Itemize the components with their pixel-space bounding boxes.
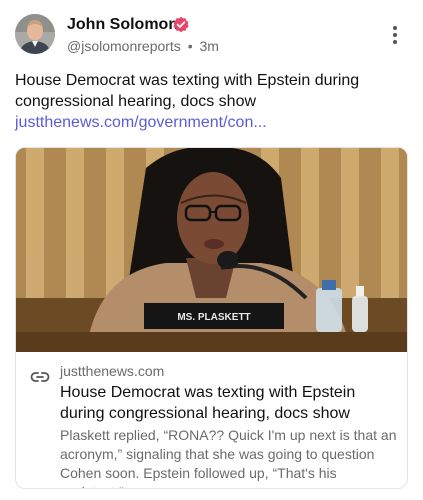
link-icon — [30, 372, 50, 382]
author-name[interactable]: John Solomon — [67, 16, 178, 34]
post-text-content: House Democrat was texting with Epstein … — [15, 72, 360, 110]
more-dot — [393, 26, 397, 30]
more-dot — [393, 40, 397, 44]
card-domain: justthenews.com — [60, 363, 165, 379]
post: John Solomon @jsolomonreports • 3m House… — [0, 0, 423, 500]
nameplate-text: MS. PLASKETT — [177, 312, 250, 323]
meta-separator: • — [187, 38, 193, 54]
post-time[interactable]: 3m — [200, 38, 219, 54]
card-image[interactable]: MS. PLASKETT — [16, 148, 407, 352]
more-options-icon[interactable] — [385, 26, 405, 44]
avatar[interactable] — [15, 14, 55, 54]
card-description: Plaskett replied, “RONA?? Quick I'm up n… — [60, 427, 397, 488]
card-title[interactable]: House Democrat was texting with Epstein … — [60, 382, 400, 424]
link-preview-card[interactable]: MS. PLASKETT justthenews.com House Democ… — [15, 147, 408, 489]
author-handle[interactable]: @jsolomonreports — [67, 38, 181, 54]
post-link[interactable]: justthenews.com/government/con... — [15, 114, 267, 131]
post-text: House Democrat was texting with Epstein … — [15, 70, 410, 133]
more-dot — [393, 33, 397, 37]
verified-badge-icon — [173, 16, 189, 33]
post-meta: @jsolomonreports • 3m — [67, 38, 219, 54]
